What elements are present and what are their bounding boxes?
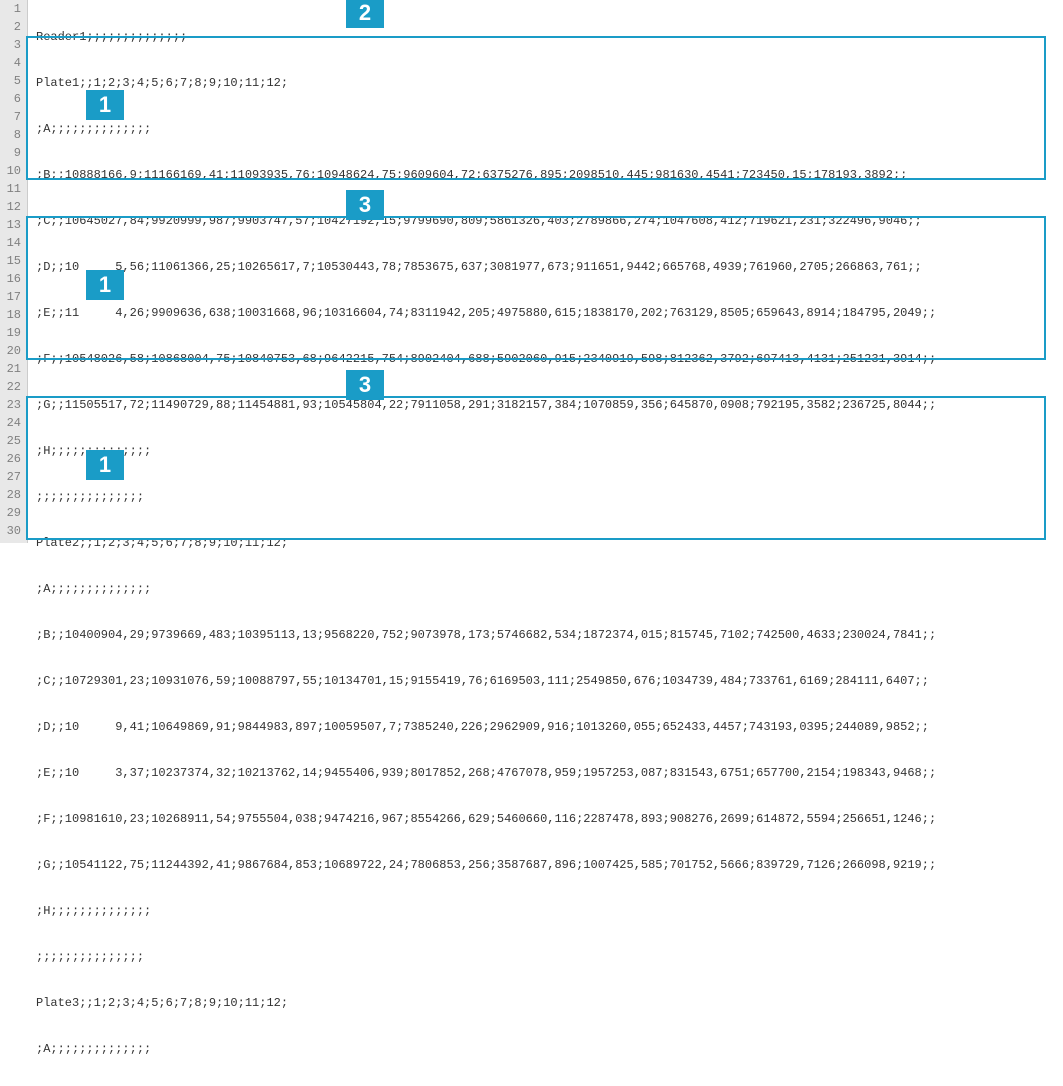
line-number-gutter: 1 2 3 4 5 6 7 8 9 10 11 12 13 14 15 16 1… [0,0,28,543]
line-number: 26 [6,450,21,468]
line-number: 15 [6,252,21,270]
annotation-marker-2: 2 [346,0,384,28]
highlight-box-plate1 [26,36,1046,180]
code-line: ;B;;10888166,9;11166169,41;11093935,76;1… [36,166,1063,184]
line-number: 1 [6,0,21,18]
code-line: ;F;;10548026,58;10868004,75;10840753,68;… [36,350,1063,368]
code-line: ;;;;;;;;;;;;;;; [36,948,1063,966]
code-line: ;H;;;;;;;;;;;;;; [36,442,1063,460]
line-number: 9 [6,144,21,162]
code-line: ;C;;10645027,84;9920999,987;9903747,57;1… [36,212,1063,230]
line-number: 28 [6,486,21,504]
code-line: ;B;;10400904,29;9739669,483;10395113,13;… [36,626,1063,644]
code-line: ;A;;;;;;;;;;;;;; [36,580,1063,598]
line-number: 12 [6,198,21,216]
line-number: 23 [6,396,21,414]
line-number: 8 [6,126,21,144]
line-number: 10 [6,162,21,180]
annotation-marker-1: 1 [86,90,124,120]
code-line: Plate2;;1;2;3;4;5;6;7;8;9;10;11;12; [36,534,1063,552]
line-number: 11 [6,180,21,198]
line-number: 2 [6,18,21,36]
code-line: Reader1;;;;;;;;;;;;;; [36,28,1063,46]
code-line: ;A;;;;;;;;;;;;;; [36,120,1063,138]
line-number: 3 [6,36,21,54]
code-line: ;D;;10 9,41;10649869,91;9844983,897;1005… [36,718,1063,736]
line-number: 4 [6,54,21,72]
line-number: 22 [6,378,21,396]
text-editor: 1 2 3 4 5 6 7 8 9 10 11 12 13 14 15 16 1… [0,0,1063,543]
line-number: 6 [6,90,21,108]
code-line: ;H;;;;;;;;;;;;;; [36,902,1063,920]
code-line: ;G;;10541122,75;11244392,41;9867684,853;… [36,856,1063,874]
code-line: ;D;;10 5,56;11061366,25;10265617,7;10530… [36,258,1063,276]
line-number: 30 [6,522,21,540]
line-number: 29 [6,504,21,522]
code-line: ;E;;11 4,26;9909636,638;10031668,96;1031… [36,304,1063,322]
line-number: 7 [6,108,21,126]
line-number: 18 [6,306,21,324]
line-number: 16 [6,270,21,288]
highlight-box-plate2 [26,216,1046,360]
line-number: 13 [6,216,21,234]
line-number: 5 [6,72,21,90]
code-line: ;A;;;;;;;;;;;;;; [36,1040,1063,1058]
code-line: ;F;;10981610,23;10268911,54;9755504,038;… [36,810,1063,828]
line-number: 25 [6,432,21,450]
line-number: 17 [6,288,21,306]
code-line: ;C;;10729301,23;10931076,59;10088797,55;… [36,672,1063,690]
code-line: Plate3;;1;2;3;4;5;6;7;8;9;10;11;12; [36,994,1063,1012]
code-line: Plate1;;1;2;3;4;5;6;7;8;9;10;11;12; [36,74,1063,92]
code-line: ;G;;11505517,72;11490729,88;11454881,93;… [36,396,1063,414]
line-number: 14 [6,234,21,252]
code-line: ;E;;10 3,37;10237374,32;10213762,14;9455… [36,764,1063,782]
text-content[interactable]: Reader1;;;;;;;;;;;;;; Plate1;;1;2;3;4;5;… [28,0,1063,543]
line-number: 27 [6,468,21,486]
line-number: 19 [6,324,21,342]
line-number: 20 [6,342,21,360]
code-line: ;;;;;;;;;;;;;;; [36,488,1063,506]
line-number: 21 [6,360,21,378]
highlight-box-plate3 [26,396,1046,540]
line-number: 24 [6,414,21,432]
